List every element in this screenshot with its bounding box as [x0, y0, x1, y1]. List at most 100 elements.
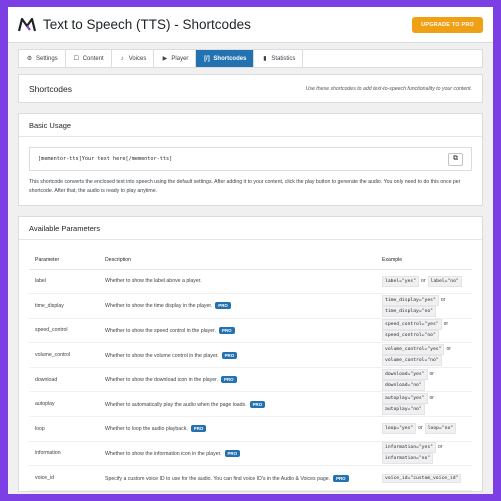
parameter-description-cell: Whether to show the label above a player… [99, 269, 376, 295]
play-icon: ▶ [162, 56, 168, 62]
pro-badge: PRO [333, 474, 349, 482]
example-code[interactable]: volume_control="yes" [382, 344, 445, 356]
table-row: loop Whether to loop the audio playback. P… [29, 416, 472, 442]
parameter-example: label="yes" or label="no" [376, 269, 472, 295]
upgrade-to-pro-button[interactable]: UPGRADE TO PRO [412, 16, 483, 33]
example-code[interactable]: autoplay="no" [382, 404, 425, 416]
microphone-icon: ♪ [120, 55, 124, 62]
example-code[interactable]: label="no" [427, 275, 462, 287]
table-row: time_display Whether to show the time dis… [29, 293, 472, 319]
example-code[interactable]: voice_id="custom_voice_id" [382, 473, 462, 483]
example-code[interactable]: information="yes" [382, 442, 436, 454]
column-header-example: Example [376, 252, 472, 270]
example-line: download="yes" or [382, 368, 466, 380]
parameter-description: Whether to show the information icon in … [105, 450, 222, 457]
tab-shortcodes[interactable]: [/] Shortcodes [196, 50, 255, 67]
parameter-example: volume_control="yes" or volume_control="no… [376, 342, 472, 368]
parameter-example: time_display="yes" or time_display="no" [376, 293, 472, 319]
available-parameters-card: Available Parameters Parameter Descripti… [18, 216, 483, 492]
mementor-logo-icon [18, 17, 36, 31]
parameter-example: voice_id="custom_voice_id" [376, 465, 472, 491]
table-row: volume_control Whether to show the volume… [29, 342, 472, 368]
example-line: time_display="no" [382, 305, 466, 317]
document-icon: ☐ [73, 56, 79, 62]
parameter-description: Whether to show the download icon in the… [105, 377, 219, 384]
parameter-name: autoplay [29, 391, 99, 418]
tab-content[interactable]: ☐ Content [66, 50, 112, 67]
parameter-description: Whether to loop the audio playback. [105, 426, 188, 433]
parameter-example: download="yes" or download="no" [376, 367, 472, 393]
or-text: or [446, 346, 451, 353]
example-code[interactable]: volume_control="no" [382, 355, 442, 367]
tab-label: Settings [36, 55, 58, 62]
parameter-description-cell: Specify a custom voice ID to use for the… [99, 465, 376, 491]
basic-usage-card: Basic Usage [mementor-tts]Your text here… [18, 113, 483, 206]
table-row: information Whether to show the informati… [29, 441, 472, 467]
tab-voices[interactable]: ♪ Voices [112, 50, 155, 67]
pro-badge: PRO [224, 449, 241, 457]
example-code[interactable]: download="no" [382, 379, 425, 391]
tab-label: Player [171, 55, 189, 62]
code-icon: [/] [204, 55, 210, 62]
parameter-description-cell: Whether to loop the audio playback. PRO [99, 416, 376, 442]
example-line: volume_control="no" [382, 355, 466, 367]
parameters-table: Parameter Description Example label Wheth… [29, 252, 472, 491]
shortcodes-header-card: Shortcodes Use these shortcodes to add t… [18, 74, 483, 103]
tab-statistics[interactable]: ▮ Statistics [254, 50, 304, 67]
example-code[interactable]: time_display="yes" [382, 294, 439, 306]
example-code[interactable]: loop="no" [424, 423, 457, 435]
example-code[interactable]: loop="yes" [382, 423, 417, 435]
tab-label: Statistics [271, 55, 296, 62]
parameter-name: speed_control [29, 318, 99, 344]
example-line: volume_control="yes" or [382, 344, 466, 356]
basic-usage-title: Basic Usage [29, 120, 72, 130]
or-text: or [443, 321, 449, 328]
pro-badge: PRO [219, 326, 235, 334]
tab-label: Voices [128, 55, 147, 62]
example-code[interactable]: time_display="no" [382, 305, 436, 317]
example-code[interactable]: label="yes" [382, 275, 420, 287]
pro-badge: PRO [221, 351, 238, 359]
parameter-description-cell: Whether to show the speed control in the… [99, 318, 376, 344]
parameters-body: Parameter Description Example label Wheth… [19, 240, 482, 491]
shortcode-text[interactable]: [mementor-tts]Your text here[/mementor-t… [38, 156, 172, 162]
table-row: voice_id Specify a custom voice ID to use… [29, 465, 472, 491]
example-code[interactable]: download="yes" [382, 368, 428, 380]
table-header-row: Parameter Description Example [29, 252, 472, 270]
or-text: or [437, 444, 443, 451]
tab-settings[interactable]: ⚙ Settings [19, 50, 66, 67]
parameter-description: Whether to show the volume control in th… [105, 352, 219, 359]
page-title: Text to Speech (TTS) - Shortcodes [43, 17, 251, 32]
example-code[interactable]: autoplay="yes" [382, 393, 428, 405]
parameters-header: Available Parameters [19, 217, 482, 240]
shortcodes-subtitle: Use these shortcodes to add text-to-spee… [305, 85, 472, 92]
example-line: autoplay="no" [382, 404, 466, 416]
example-line: information="yes" or [382, 442, 466, 454]
shortcodes-header: Shortcodes Use these shortcodes to add t… [19, 75, 482, 102]
tab-label: Shortcodes [213, 55, 247, 62]
parameter-example: loop="yes" or loop="no" [376, 416, 472, 442]
parameter-example: information="yes" or information="no" [376, 441, 472, 467]
example-code[interactable]: speed_control="yes" [382, 319, 442, 331]
or-text: or [429, 395, 434, 402]
copy-icon[interactable]: ⧉ [448, 152, 463, 166]
example-line: speed_control="no" [382, 330, 466, 342]
parameter-description: Whether to show the speed control in the… [105, 327, 217, 334]
parameter-name: time_display [29, 293, 99, 319]
pro-badge: PRO [190, 425, 207, 433]
shortcode-snippet: [mementor-tts]Your text here[/mementor-t… [29, 147, 472, 171]
example-code[interactable]: speed_control="no" [382, 330, 439, 342]
parameter-description: Specify a custom voice ID to use for the… [105, 475, 331, 482]
example-line: label="yes" or label="no" [382, 275, 466, 287]
parameter-description-cell: Whether to automatically play the audio … [99, 391, 376, 418]
table-row: speed_control Whether to show the speed c… [29, 318, 472, 344]
example-code[interactable]: information="no" [382, 453, 434, 465]
parameters-title: Available Parameters [29, 223, 101, 233]
parameter-name: voice_id [29, 465, 99, 491]
table-row: download Whether to show the download ico… [29, 367, 472, 393]
pro-badge: PRO [249, 400, 266, 408]
or-text: or [418, 425, 423, 432]
table-row: autoplay Whether to automatically play th… [29, 391, 472, 418]
tab-player[interactable]: ▶ Player [154, 50, 197, 67]
example-line: information="no" [382, 453, 466, 465]
